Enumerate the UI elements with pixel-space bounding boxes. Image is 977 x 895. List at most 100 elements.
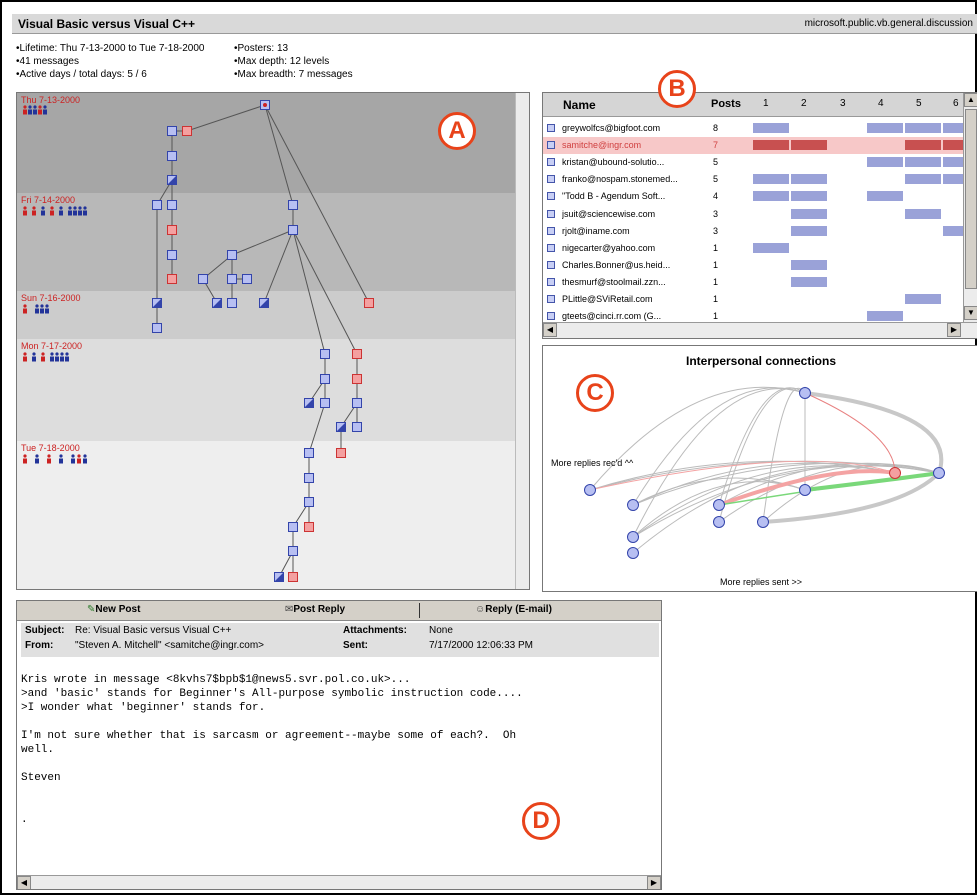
poster-row[interactable]: jsuit@sciencewise.com 3 <box>543 206 963 223</box>
message-node[interactable] <box>242 274 252 284</box>
message-hscrollbar[interactable]: ◀ ▶ <box>17 875 661 889</box>
new-post-button[interactable]: ✎New Post <box>87 604 140 615</box>
activity-bar <box>791 208 827 219</box>
poster-color-swatch[interactable] <box>547 260 555 269</box>
reply-email-icon: ☺ <box>475 604 486 615</box>
column-posts[interactable]: Posts <box>711 98 741 110</box>
message-node[interactable] <box>212 298 222 308</box>
message-node[interactable] <box>304 473 314 483</box>
poster-color-swatch[interactable] <box>547 277 555 286</box>
poster-node[interactable] <box>627 531 639 543</box>
poster-color-swatch[interactable] <box>547 243 555 252</box>
activity-bar <box>791 259 827 270</box>
poster-color-swatch[interactable] <box>547 312 555 321</box>
message-node[interactable] <box>304 497 314 507</box>
scroll-right-button[interactable]: ▶ <box>647 876 661 889</box>
column-name[interactable]: Name <box>563 98 596 112</box>
poster-row[interactable]: PLittle@SViRetail.com 1 <box>543 291 963 308</box>
poster-row[interactable]: "Todd B - Agendum Soft... 4 <box>543 188 963 205</box>
poster-node[interactable] <box>889 467 901 479</box>
scroll-down-button[interactable]: ▼ <box>964 306 977 320</box>
message-node[interactable] <box>304 448 314 458</box>
message-node[interactable] <box>167 200 177 210</box>
poster-icon <box>41 206 45 216</box>
poster-name: Charles.Bonner@us.heid... <box>562 259 671 270</box>
poster-node[interactable] <box>713 516 725 528</box>
poster-node[interactable] <box>584 484 596 496</box>
poster-node[interactable] <box>757 516 769 528</box>
posters-hscrollbar[interactable]: ◀ ▶ <box>543 322 977 338</box>
message-node[interactable] <box>167 274 177 284</box>
tree-scrollbar[interactable] <box>515 93 529 589</box>
poster-row[interactable]: Charles.Bonner@us.heid... 1 <box>543 257 963 274</box>
message-node[interactable] <box>260 100 270 110</box>
message-node[interactable] <box>167 225 177 235</box>
poster-color-swatch[interactable] <box>547 295 555 303</box>
message-node[interactable] <box>259 298 269 308</box>
message-node[interactable] <box>227 274 237 284</box>
poster-row[interactable]: greywolfcs@bigfoot.com 8 <box>543 120 977 137</box>
poster-color-swatch[interactable] <box>547 158 555 167</box>
message-node[interactable] <box>288 546 298 556</box>
scroll-left-button[interactable]: ◀ <box>17 876 31 889</box>
poster-row[interactable]: rjolt@iname.com 3 <box>543 223 977 240</box>
message-node[interactable] <box>320 398 330 408</box>
poster-row[interactable]: thesmurf@stoolmail.zzn... 1 <box>543 274 963 291</box>
scroll-up-button[interactable]: ▲ <box>964 93 977 107</box>
poster-color-swatch[interactable] <box>547 226 555 235</box>
message-node[interactable] <box>152 200 162 210</box>
message-node[interactable] <box>167 250 177 260</box>
poster-color-swatch[interactable] <box>547 209 555 218</box>
scroll-left-button[interactable]: ◀ <box>543 323 557 337</box>
message-node[interactable] <box>288 572 298 582</box>
poster-row[interactable]: samitche@ingr.com 7 <box>543 137 977 155</box>
scroll-right-button[interactable]: ▶ <box>947 323 961 337</box>
poster-row[interactable]: franko@nospam.stonemed... 5 <box>543 171 977 188</box>
poster-color-swatch[interactable] <box>547 175 555 184</box>
message-node[interactable] <box>320 349 330 359</box>
poster-node[interactable] <box>933 467 945 479</box>
activity-bar <box>791 140 827 151</box>
posters-vscrollbar[interactable]: ▲ ▼ <box>963 93 977 322</box>
message-node[interactable] <box>352 374 362 384</box>
reply-email-button[interactable]: ☺Reply (E-mail) <box>475 604 552 615</box>
message-node[interactable] <box>227 250 237 260</box>
message-node[interactable] <box>288 522 298 532</box>
poster-row[interactable]: kristan@ubound-solutio... 5 <box>543 154 977 171</box>
message-node[interactable] <box>364 298 374 308</box>
poster-row[interactable]: nigecarter@yahoo.com 1 <box>543 240 963 257</box>
poster-color-swatch[interactable] <box>547 192 555 201</box>
poster-icon <box>23 206 27 216</box>
message-node[interactable] <box>320 374 330 384</box>
message-node[interactable] <box>304 522 314 532</box>
message-node[interactable] <box>288 200 298 210</box>
poster-color-swatch[interactable] <box>547 124 555 132</box>
message-node[interactable] <box>152 298 162 308</box>
message-node[interactable] <box>198 274 208 284</box>
message-node[interactable] <box>167 151 177 161</box>
message-node[interactable] <box>167 126 177 136</box>
message-node[interactable] <box>182 126 192 136</box>
message-node[interactable] <box>274 572 284 582</box>
poster-node[interactable] <box>799 484 811 496</box>
from-value: "Steven A. Mitchell" <samitche@ingr.com> <box>75 640 264 651</box>
message-node[interactable] <box>227 298 237 308</box>
message-node[interactable] <box>352 349 362 359</box>
poster-node[interactable] <box>799 387 811 399</box>
scroll-thumb[interactable] <box>965 109 977 289</box>
message-node[interactable] <box>336 422 346 432</box>
posters-panel: Name Posts 1 2 3 4 5 6 greywolfcs@bigfoo… <box>542 92 977 339</box>
message-node[interactable] <box>336 448 346 458</box>
poster-node[interactable] <box>713 499 725 511</box>
poster-node[interactable] <box>627 547 639 559</box>
poster-node[interactable] <box>627 499 639 511</box>
message-node[interactable] <box>288 225 298 235</box>
message-node[interactable] <box>167 175 177 185</box>
message-node[interactable] <box>152 323 162 333</box>
message-node[interactable] <box>352 422 362 432</box>
post-reply-button[interactable]: ✉Post Reply <box>285 604 345 615</box>
poster-color-swatch[interactable] <box>547 141 555 150</box>
message-node[interactable] <box>304 398 314 408</box>
message-node[interactable] <box>352 398 362 408</box>
message-body[interactable]: Kris wrote in message <8kvhs7$bpb$1@news… <box>21 673 645 827</box>
